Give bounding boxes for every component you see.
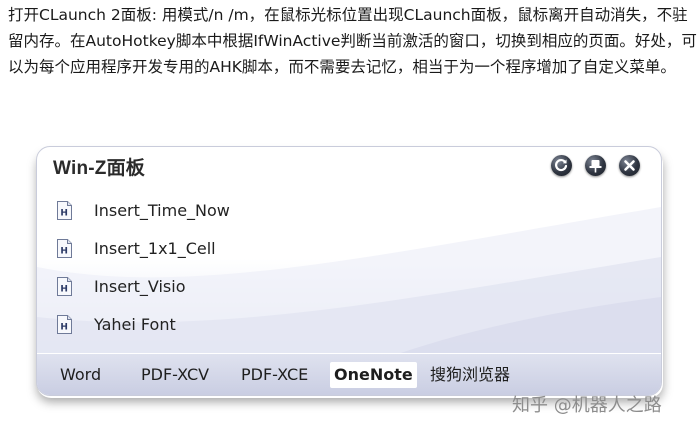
list-item[interactable]: H Yahei Font: [57, 305, 230, 343]
file-h-icon: H: [57, 200, 72, 220]
list-item[interactable]: H Insert_1x1_Cell: [57, 229, 230, 267]
clauncher-panel: Win-Z面板 H Insert_Time_Now H Insert_1x1_C…: [36, 146, 662, 396]
item-label: Yahei Font: [94, 314, 176, 334]
pin-icon[interactable]: [585, 155, 606, 176]
item-list: H Insert_Time_Now H Insert_1x1_Cell H In…: [57, 191, 230, 343]
item-label: Insert_Visio: [94, 276, 186, 296]
file-h-icon: H: [57, 314, 72, 334]
file-h-icon: H: [57, 238, 72, 258]
svg-text:H: H: [60, 246, 68, 256]
page: 打开CLaunch 2面板: 用模式/n /m，在鼠标光标位置出现CLaunch…: [0, 0, 700, 425]
list-item[interactable]: H Insert_Visio: [57, 267, 230, 305]
item-label: Insert_1x1_Cell: [94, 238, 216, 258]
tab-pdf-xcv[interactable]: PDF-XCV: [137, 362, 213, 388]
svg-text:H: H: [60, 208, 68, 218]
panel-title: Win-Z面板: [53, 158, 145, 179]
tab-pdf-xce[interactable]: PDF-XCE: [237, 362, 312, 388]
tab-word[interactable]: Word: [56, 362, 105, 388]
tab-onenote[interactable]: OneNote: [330, 362, 417, 388]
tab-sogou-browser[interactable]: 搜狗浏览器: [426, 362, 514, 388]
article-paragraph: 打开CLaunch 2面板: 用模式/n /m，在鼠标光标位置出现CLaunch…: [8, 6, 697, 76]
refresh-icon[interactable]: [551, 155, 572, 176]
svg-text:H: H: [60, 284, 68, 294]
tab-bar: Word PDF-XCV PDF-XCE OneNote 搜狗浏览器: [37, 353, 661, 395]
item-label: Insert_Time_Now: [94, 200, 230, 220]
list-item[interactable]: H Insert_Time_Now: [57, 191, 230, 229]
watermark: 知乎 @机器人之路: [512, 395, 662, 416]
article-body: 打开CLaunch 2面板: 用模式/n /m，在鼠标光标位置出现CLaunch…: [8, 2, 698, 80]
file-h-icon: H: [57, 276, 72, 296]
svg-text:H: H: [60, 322, 68, 332]
close-icon[interactable]: [619, 155, 640, 176]
